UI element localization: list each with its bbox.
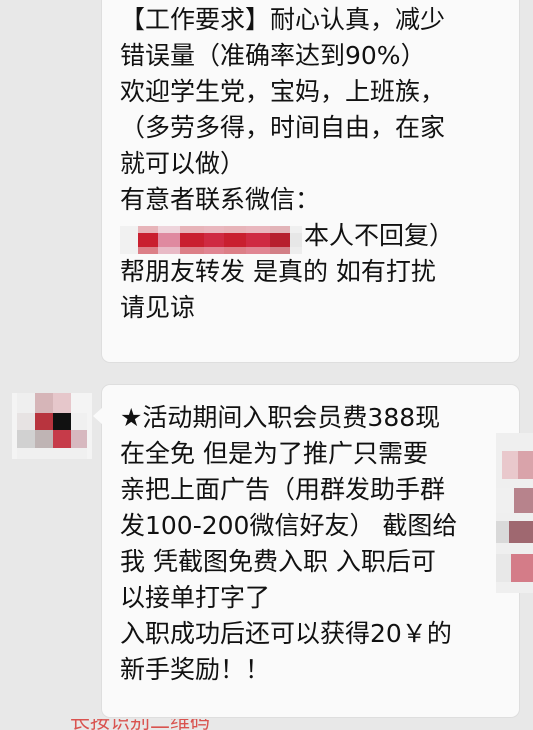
chat-view: 上可以做等，一天多少 【工作要求】耐心认真，减少 错误量（准确率达到90%） 欢…: [0, 0, 533, 730]
message-line: 亲把上面广告（用群发助手群: [120, 475, 446, 504]
message-line: 新手奖励！！: [120, 655, 271, 684]
message-line: 【工作要求】耐心认真，减少: [120, 5, 446, 34]
message-line: 欢迎学生党，宝妈，上班族，: [120, 77, 446, 106]
pixelated-side-image: [496, 433, 533, 593]
cut-off-red-text: 长按识别二维码: [70, 719, 250, 730]
message-line: 帮朋友转发 是真的 如有打扰: [120, 257, 436, 286]
message-line: 入职成功后还可以获得20￥的: [120, 619, 452, 648]
message-line: 有意者联系微信：: [120, 185, 321, 214]
message-line: 发100-200微信好友） 截图给: [120, 511, 458, 540]
message-line: 错误量（准确率达到90%）: [120, 41, 426, 70]
message-bubble-1[interactable]: 上可以做等，一天多少 【工作要求】耐心认真，减少 错误量（准确率达到90%） 欢…: [102, 0, 519, 362]
message-line: （多劳多得，时间自由，在家: [120, 113, 446, 142]
message-line: 就可以做）: [120, 149, 246, 178]
message-line: 本人不回复）: [304, 221, 455, 250]
message-bubble-2[interactable]: ★活动期间入职会员费388现 在全免 但是为了推广只需要 亲把上面广告（用群发助…: [93, 385, 519, 717]
sender-avatar[interactable]: [12, 393, 92, 459]
message-line: 在全免 但是为了推广只需要: [120, 439, 428, 468]
message-line: ★活动期间入职会员费388现: [120, 403, 441, 432]
message-line: 以接单打字了: [120, 583, 271, 612]
message-line: 我 凭截图免费入职 入职后可: [120, 547, 436, 576]
redacted-contact: [120, 226, 302, 254]
message-line: 请见谅: [120, 293, 196, 322]
